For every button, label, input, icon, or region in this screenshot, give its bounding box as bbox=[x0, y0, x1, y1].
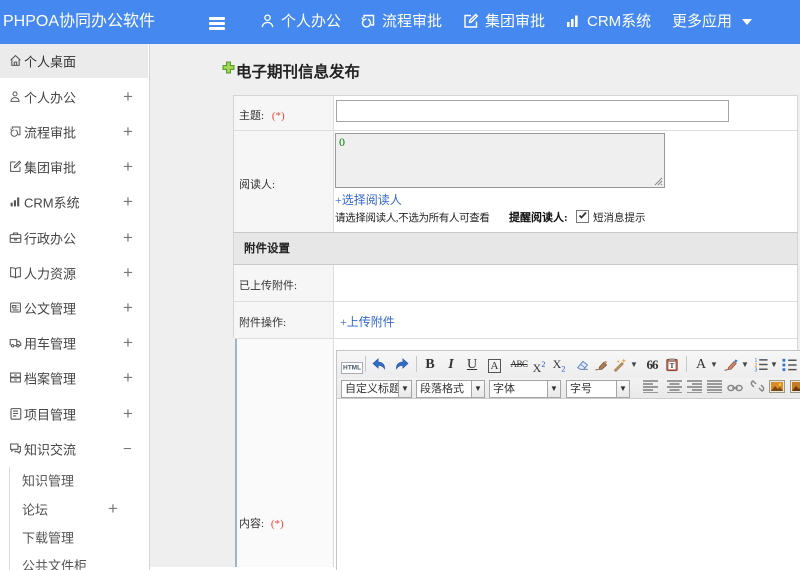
svg-text:3: 3 bbox=[754, 368, 757, 372]
svg-text:T: T bbox=[670, 362, 675, 370]
